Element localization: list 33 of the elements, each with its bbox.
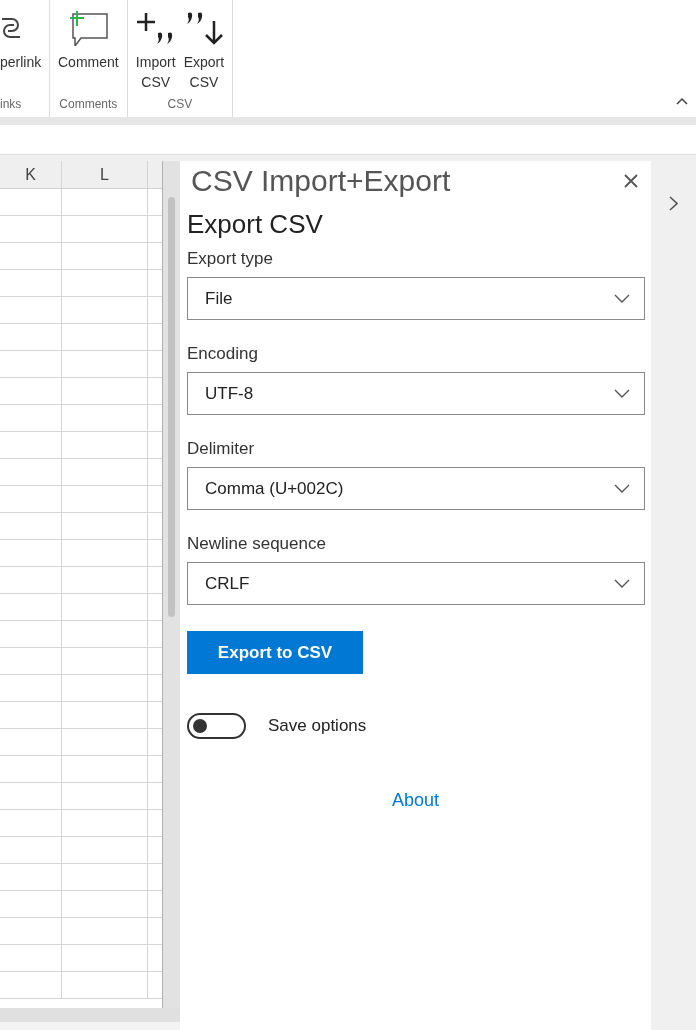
horizontal-scrollbar[interactable] [0,1008,180,1022]
ribbon-button[interactable]: Comment [58,0,119,72]
collapse-caret-icon[interactable] [676,97,688,105]
dropdown-field[interactable]: Comma (U+002C) [187,467,645,510]
field-label: Encoding [187,343,259,365]
chevron-down-icon [614,484,630,493]
pane-title: CSV Import+Export [191,163,451,199]
about-link[interactable]: About [391,787,439,814]
toggle-label: Save options [268,715,367,738]
ribbon-button[interactable]: perlink [0,0,42,72]
vertical-scrollbar[interactable] [163,161,180,1008]
group-label: inks [0,96,22,113]
comment-add-icon [67,10,110,46]
close-icon[interactable] [624,174,638,188]
ribbon-button[interactable]: Import CSV [135,0,176,92]
group-label: Comments [59,96,118,113]
chevron-down-icon [614,389,630,398]
dropdown-field[interactable]: UTF-8 [187,372,645,415]
group-label: CSV [167,96,193,113]
dropdown-field[interactable]: File [187,277,645,320]
column-header[interactable]: L [62,161,148,188]
field-label: Delimiter [187,438,256,460]
field-label: Export type [187,248,274,270]
ribbon-button[interactable]: Export CSV [183,0,225,92]
export-button[interactable]: Export to CSV [187,631,363,674]
section-heading: Export CSV [187,208,324,241]
toggle-switch[interactable] [187,713,246,739]
chevron-down-icon [614,579,630,588]
column-header[interactable]: K [0,161,62,188]
dropdown-field[interactable]: CRLF [187,562,645,605]
chevron-down-icon [614,294,630,303]
field-label: Newline sequence [187,533,327,555]
chevron-right-icon[interactable] [669,196,678,211]
